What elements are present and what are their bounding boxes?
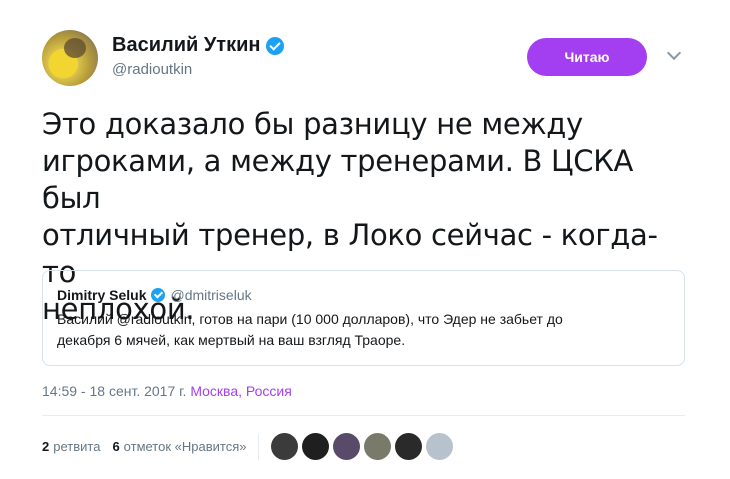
liker-avatars [271,433,454,460]
tweet-meta: 14:59 - 18 сент. 2017 г. Москва, Россия [42,383,292,399]
likes-stat[interactable]: 6 отметок «Нравится» [112,439,246,454]
author-display-name[interactable]: Василий Уткин [112,34,260,57]
tweet-timestamp[interactable]: 14:59 - 18 сент. 2017 г. [42,383,186,399]
liker-avatar[interactable] [426,433,454,460]
liker-avatar[interactable] [271,433,299,460]
quoted-tweet[interactable]: Dimitry Seluk @dmitriseluk Василий @radi… [42,270,685,366]
quoted-tweet-header: Dimitry Seluk @dmitriseluk [57,287,670,303]
quoted-tweet-text: Василий @radioutkin, готов на пари (10 0… [57,311,563,348]
liker-avatar[interactable] [302,433,330,460]
author-avatar[interactable] [42,30,98,86]
quoted-author-handle: @dmitriseluk [170,287,252,303]
following-button[interactable]: Читаю [527,38,647,76]
likes-label: отметок «Нравится» [123,439,247,454]
quoted-author-name: Dimitry Seluk [57,287,147,303]
retweets-stat[interactable]: 2 ретвита [42,439,100,454]
divider [258,433,260,460]
author-name-row: Василий Уткин [112,34,285,57]
tweet-header: Василий Уткин @radioutkin Читаю [42,28,692,88]
likes-count: 6 [112,439,120,454]
tweet-location[interactable]: Москва, Россия [186,383,292,399]
verified-badge-icon [151,288,166,302]
liker-avatar[interactable] [395,433,423,460]
tweet-stats: 2 ретвита 6 отметок «Нравится» [42,433,454,460]
liker-avatar[interactable] [333,433,361,460]
verified-badge-icon [266,36,285,55]
divider [42,415,685,416]
liker-avatar[interactable] [364,433,392,460]
chevron-down-icon[interactable] [667,48,681,62]
retweets-count: 2 [42,439,50,454]
author-handle[interactable]: @radioutkin [112,61,192,78]
tweet-location-text[interactable]: Москва, Россия [190,383,292,399]
retweets-label: ретвита [53,439,101,454]
